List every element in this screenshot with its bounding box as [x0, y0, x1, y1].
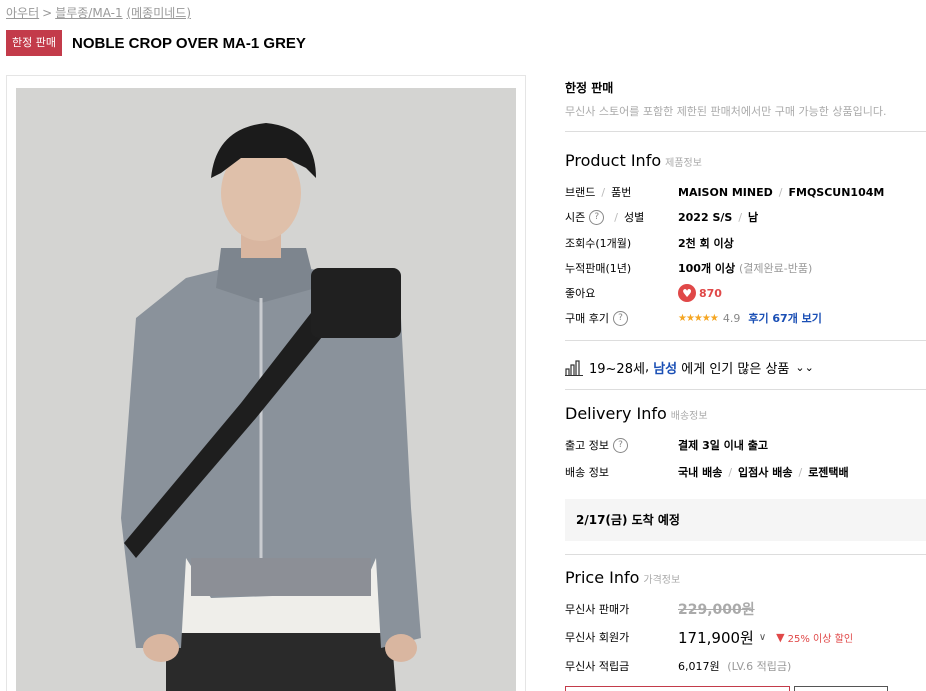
slash-separator: /	[798, 465, 803, 479]
review-row: 구매 후기 ? ★★★★★ 4.9 후기 67개 보기	[565, 308, 926, 328]
season-label: 시즌	[565, 211, 586, 224]
brand-label: 브랜드	[565, 186, 596, 199]
sales-row: 누적판매(1년) 100개 이상 (결제완료-반품)	[565, 258, 926, 278]
divider	[565, 340, 926, 341]
arrival-estimate: 2/17(금) 도착 예정	[565, 499, 926, 541]
delivery-method-vendor: 입점사 배송	[738, 466, 793, 479]
delivery-info-title: Delivery Info	[565, 404, 667, 423]
delivery-courier: 로젠택배	[808, 466, 849, 479]
arrow-down-icon: ▼	[776, 630, 785, 644]
likes-row: 좋아요 ♥ 870	[565, 283, 926, 303]
product-title: NOBLE CROP OVER MA-1 GREY	[71, 34, 306, 52]
views-label: 조회수(1개월)	[565, 237, 632, 250]
popular-demographic[interactable]: 19~28세, 남성 에게 인기 많은 상품 ⌄⌄	[565, 358, 814, 377]
brand-link[interactable]: MAISON MINED	[678, 186, 773, 199]
points-row: 무신사 적립금 6,017원 (LV.6 적립금)	[565, 656, 926, 676]
sale-price-label: 무신사 판매가	[565, 603, 630, 616]
shipping-row: 출고 정보 ? 결제 3일 이내 출고	[565, 435, 926, 455]
sku-value: FMQSCUN104M	[788, 185, 885, 199]
breadcrumb-category-outer[interactable]: 아우터	[6, 6, 39, 20]
shipping-help-icon[interactable]: ?	[612, 437, 628, 453]
review-help-icon[interactable]: ?	[612, 310, 628, 326]
buy-button[interactable]	[565, 686, 790, 691]
delivery-info-heading: Delivery Info 배송정보	[565, 404, 708, 423]
bar-chart-icon	[565, 359, 583, 376]
cart-button[interactable]	[794, 686, 888, 691]
likes-label: 좋아요	[565, 287, 596, 300]
breadcrumb-brand[interactable]: (메종미네드)	[126, 6, 191, 20]
product-info-heading: Product Info 제품정보	[565, 151, 702, 170]
member-price-row: 무신사 회원가 171,900원 ∨ ▼ 25% 이상 할인	[565, 627, 926, 647]
delivery-method-row: 배송 정보 국내 배송 / 입점사 배송 / 로젠택배	[565, 462, 926, 482]
popular-age: 19~28세	[589, 362, 645, 377]
breadcrumb-separator: >	[42, 6, 53, 20]
sales-note: (결제완료-반품)	[739, 262, 813, 275]
like-button[interactable]: ♥ 870	[678, 284, 722, 302]
review-label: 구매 후기	[565, 312, 609, 325]
divider	[565, 554, 926, 555]
points-note: (LV.6 적립금)	[727, 660, 792, 673]
slash-separator: /	[738, 210, 743, 224]
title-row: 한정 판매 NOBLE CROP OVER MA-1 GREY	[6, 30, 306, 56]
points-value: 6,017원	[678, 660, 720, 673]
slash-separator: /	[601, 185, 606, 199]
season-row: 시즌 ? / 성별 2022 S/S / 남	[565, 207, 926, 227]
chevron-down-icon[interactable]: ∨	[759, 632, 766, 643]
price-info-subtitle: 가격정보	[643, 575, 681, 586]
brand-row: 브랜드 / 품번 MAISON MINED / FMQSCUN104M	[565, 182, 926, 202]
heart-icon: ♥	[678, 284, 696, 302]
sales-label: 누적판매(1년)	[565, 262, 632, 275]
limited-sale-description: 무신사 스토어를 포함한 제한된 판매처에서만 구매 가능한 상품입니다.	[565, 105, 887, 118]
product-image-container	[6, 75, 526, 691]
slash-separator: /	[728, 465, 733, 479]
delivery-info-subtitle: 배송정보	[670, 411, 708, 422]
shipping-value: 결제 3일 이내 출고	[678, 439, 768, 452]
delivery-method-domestic: 국내 배송	[678, 466, 723, 479]
popular-comma: ,	[644, 360, 650, 375]
price-info-title: Price Info	[565, 568, 640, 587]
likes-count: 870	[699, 286, 722, 300]
slash-separator: /	[778, 185, 783, 199]
limited-sale-badge: 한정 판매	[6, 30, 62, 56]
season-help-icon[interactable]: ?	[589, 209, 605, 225]
product-info-subtitle: 제품정보	[665, 158, 702, 169]
sale-price-row: 무신사 판매가 229,000원	[565, 599, 926, 619]
shipping-label: 출고 정보	[565, 439, 609, 452]
season-value: 2022 S/S	[678, 210, 733, 224]
gender-label: 성별	[623, 211, 645, 224]
popular-text: 에게 인기 많은 상품	[681, 362, 790, 377]
member-price-label: 무신사 회원가	[565, 631, 630, 644]
member-price: 171,900원	[678, 628, 754, 647]
views-row: 조회수(1개월) 2천 회 이상	[565, 233, 926, 253]
brand-sku-label: 브랜드 / 품번	[565, 184, 678, 200]
divider	[565, 131, 926, 132]
sku-label: 품번	[611, 186, 632, 199]
rating-value: 4.9	[722, 311, 741, 325]
divider	[565, 389, 926, 390]
delivery-method-label: 배송 정보	[565, 466, 609, 479]
product-image[interactable]	[16, 88, 516, 691]
slash-separator: /	[614, 210, 618, 224]
review-link[interactable]: 후기 67개 보기	[748, 310, 822, 326]
breadcrumb-category-blouson[interactable]: 블루종/MA-1	[55, 6, 122, 20]
points-label: 무신사 적립금	[565, 660, 630, 673]
discount-rate: 25% 이상 할인	[787, 633, 854, 645]
breadcrumb: 아우터 > 블루종/MA-1 (메종미네드)	[6, 4, 191, 21]
gender-value: 남	[748, 211, 759, 224]
sales-value: 100개 이상	[678, 262, 736, 275]
price-info-heading: Price Info 가격정보	[565, 568, 680, 587]
popular-gender: 남성	[653, 362, 678, 377]
product-info-title: Product Info	[565, 151, 662, 170]
star-rating-icon: ★★★★★	[678, 312, 719, 324]
views-value: 2천 회 이상	[678, 237, 734, 250]
original-price: 229,000원	[678, 602, 755, 618]
limited-sale-title: 한정 판매	[565, 81, 614, 95]
chevron-down-icon: ⌄⌄	[795, 361, 814, 374]
